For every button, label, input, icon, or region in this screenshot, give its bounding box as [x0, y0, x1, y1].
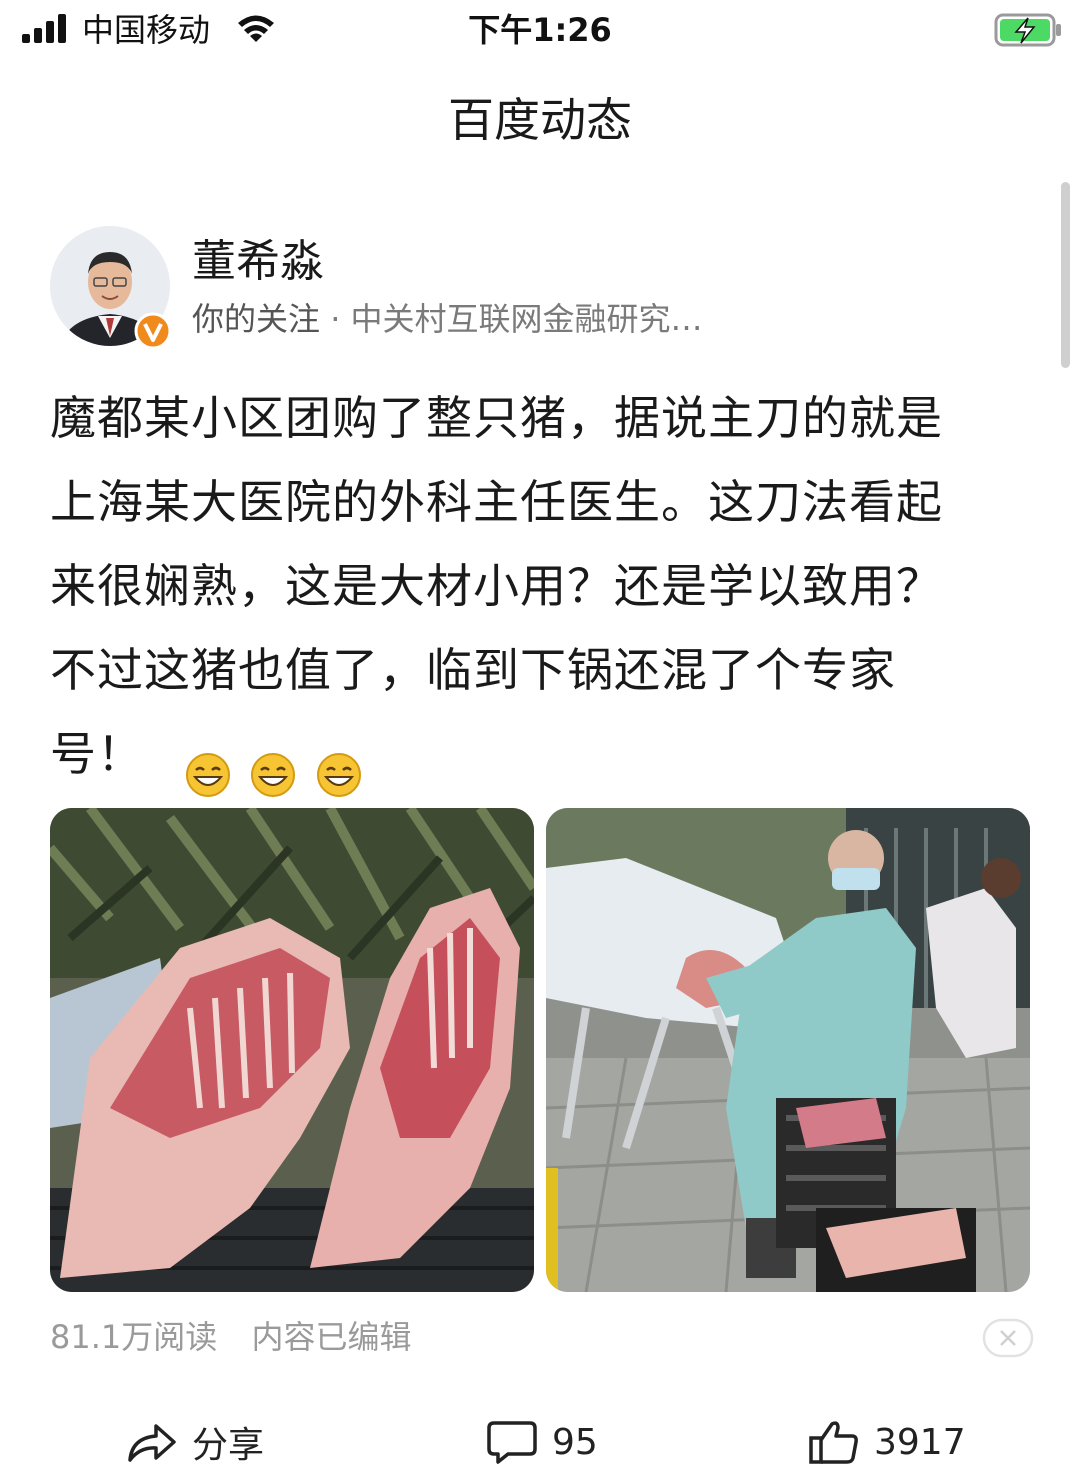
post-line: 上海某大医院的外科主任医生。这刀法看起: [50, 475, 943, 529]
post-line-last: 号！: [50, 712, 1030, 797]
status-bar: 中国移动 下午1:26: [0, 0, 1080, 64]
post-stats: 81.1万阅读 内容已编辑: [50, 1312, 411, 1362]
author-meta: 你的关注 · 中关村互联网金融研究…: [192, 296, 762, 342]
meta-separator: ·: [330, 300, 341, 338]
post-line: 不过这猪也值了，临到下锅还混了个专家: [50, 643, 896, 697]
share-button[interactable]: 分享: [126, 1410, 264, 1474]
close-icon[interactable]: [982, 1318, 1034, 1358]
battery-charging-icon: [994, 13, 1061, 47]
like-count: 3917: [874, 1421, 966, 1463]
status-time: 下午1:26: [468, 11, 612, 49]
share-icon: [128, 1424, 176, 1462]
comment-count: 95: [552, 1421, 598, 1463]
grinning-face-icon: [251, 753, 296, 797]
post-line: 号！: [50, 727, 144, 781]
scrollbar[interactable]: [1061, 182, 1070, 368]
edited-label: 内容已编辑: [251, 1318, 412, 1356]
grinning-face-icon: [316, 753, 361, 797]
post-line: 魔都某小区团购了整只猪，据说主刀的就是: [50, 391, 943, 445]
page-title: 百度动态: [448, 93, 632, 147]
comment-icon: [487, 1421, 537, 1464]
author-name[interactable]: 董希淼: [192, 232, 324, 292]
pork-carcass-photo[interactable]: [50, 808, 534, 1292]
share-label: 分享: [192, 1425, 265, 1466]
like-button[interactable]: 3917: [808, 1410, 966, 1474]
emoji-group: [184, 730, 365, 797]
follow-status: 你的关注: [192, 300, 321, 338]
post-line: 来很娴熟，这是大材小用？还是学以致用？: [50, 559, 943, 613]
comment-button[interactable]: 95: [486, 1410, 598, 1474]
author-affiliation: 中关村互联网金融研究…: [350, 300, 703, 338]
verified-badge-icon: [134, 312, 172, 350]
post-text: 魔都某小区团购了整只猪，据说主刀的就是 上海某大医院的外科主任医生。这刀法看起 …: [50, 376, 1030, 797]
read-count: 81.1万阅读: [50, 1318, 218, 1356]
thumbs-up-icon: [809, 1421, 858, 1464]
surgeon-cutting-pork-photo[interactable]: [546, 808, 1030, 1292]
grinning-face-icon: [185, 753, 230, 797]
